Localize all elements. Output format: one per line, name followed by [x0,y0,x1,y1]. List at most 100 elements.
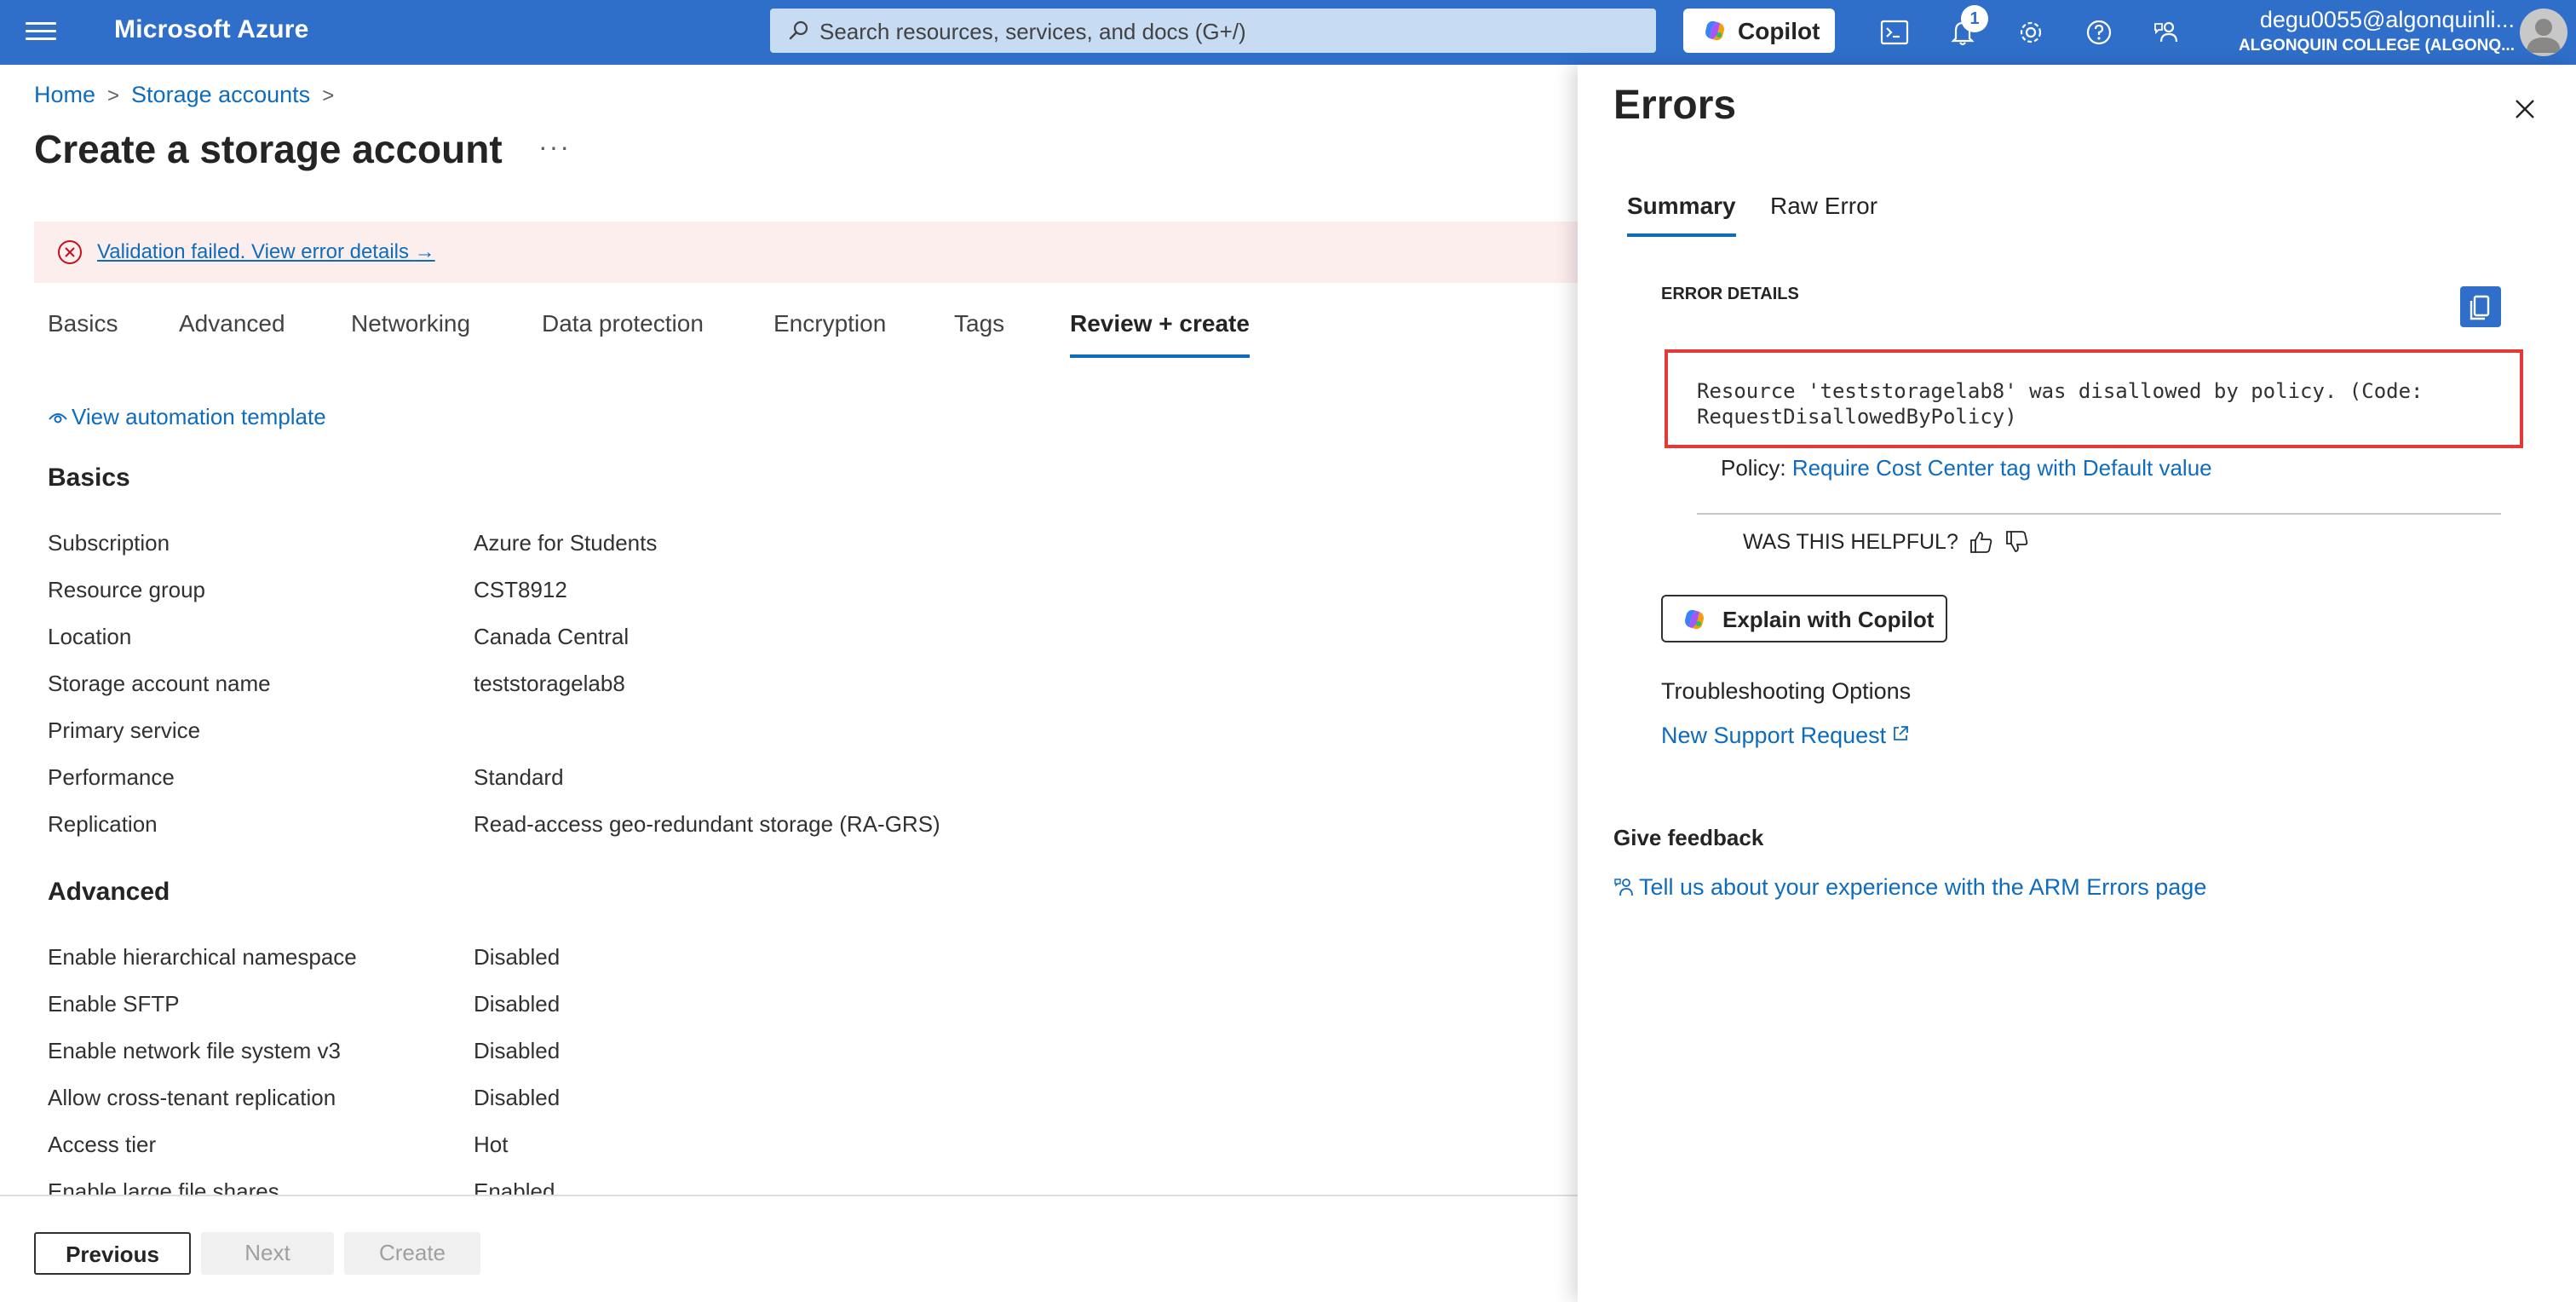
row-label: Resource group [48,577,205,602]
tab-tags[interactable]: Tags [954,310,1004,358]
eye-icon [49,413,67,423]
row-value: Standard [474,764,564,790]
brand-title[interactable]: Microsoft Azure [114,15,309,44]
cloud-shell-icon[interactable] [1877,15,1912,49]
new-support-request-link[interactable]: New Support Request [1661,723,1910,749]
tab-review-create[interactable]: Review + create [1070,310,1250,358]
explain-label: Explain with Copilot [1722,607,1935,632]
policy-link[interactable]: Require Cost Center tag with Default val… [1792,455,2212,481]
divider [1697,513,2501,515]
help-icon[interactable] [2082,15,2116,49]
create-button[interactable]: Create [344,1232,480,1275]
view-error-details-link[interactable]: Validation failed. View error details → [97,240,435,264]
thumbs-up-icon[interactable] [1968,528,1995,556]
row-label: Storage account name [48,671,271,696]
previous-button[interactable]: Previous [34,1232,191,1275]
scroll-area[interactable]: Home > Storage accounts > Create a storage … [0,65,1578,1195]
summary-row: Subscription Azure for Students [48,530,1496,564]
feedback-icon[interactable] [2150,15,2184,49]
summary-row: Access tier Hot [48,1132,1496,1166]
external-link-icon [1894,726,1909,740]
tab-data-protection[interactable]: Data protection [542,310,704,358]
tab-networking[interactable]: Networking [351,310,470,358]
errors-panel: Errors Summary Raw Error ERROR DETAILS R… [1578,65,2576,1302]
explain-with-copilot-button[interactable]: Explain with Copilot [1661,595,1947,642]
summary-row: Enable SFTP Disabled [48,991,1496,1025]
error-message-line: RequestDisallowedByPolicy) [1697,405,2017,429]
next-button[interactable]: Next [201,1232,334,1275]
page-title: Create a storage account [34,127,503,171]
search-placeholder: Search resources, services, and docs (G+… [819,19,1246,44]
close-icon[interactable] [2508,92,2542,126]
settings-gear-icon[interactable] [2014,15,2048,49]
error-message-line: Resource 'teststoragelab8' was disallowe… [1697,379,2424,403]
row-value: Canada Central [474,624,630,649]
policy-line: Policy: Require Cost Center tag with Def… [1721,455,2212,481]
user-organization: ALGONQUIN COLLEGE (ALGONQ... [2238,37,2515,55]
breadcrumb: Home > Storage accounts > [34,82,346,108]
top-bar: Microsoft Azure Search resources, servic… [0,0,2576,65]
was-this-helpful-label: WAS THIS HELPFUL? [1743,530,1958,554]
summary-row: Enable network file system v3 Disabled [48,1038,1496,1072]
tab-advanced[interactable]: Advanced [179,310,285,358]
troubleshooting-heading: Troubleshooting Options [1661,678,1912,704]
arrow-right-icon: → [414,240,435,263]
chevron-right-icon: > [322,84,335,107]
row-label: Enable network file system v3 [48,1038,341,1063]
copilot-icon [1685,609,1704,630]
view-automation-template-link[interactable]: View automation template [48,404,326,430]
section-heading-basics: Basics [48,464,130,492]
banner-text: Validation failed. View error details [97,240,409,263]
row-label: Subscription [48,530,170,556]
menu-icon[interactable] [26,17,56,48]
row-label: Enable large file shares [48,1178,279,1195]
feedback-person-icon [1614,879,1633,896]
search-input[interactable]: Search resources, services, and docs (G+… [770,9,1656,53]
user-account[interactable]: degu0055@algonquinli... ALGONQUIN COLLEG… [2234,7,2515,55]
policy-label: Policy: [1721,455,1786,481]
row-value: Disabled [474,1038,561,1063]
feedback-link-text: Tell us about your experience with the A… [1639,874,2207,900]
summary-row: Resource group CST8912 [48,577,1496,611]
summary-row: Enable hierarchical namespace Disabled [48,944,1496,978]
row-label: Performance [48,764,175,790]
breadcrumb-home[interactable]: Home [34,82,95,107]
give-feedback-heading: Give feedback [1613,825,1764,850]
copilot-button[interactable]: Copilot [1683,9,1835,53]
breadcrumb-storage-accounts[interactable]: Storage accounts [131,82,310,107]
user-email: degu0055@algonquinli... [2259,7,2515,32]
row-value: teststoragelab8 [474,671,625,696]
summary-row: Primary service [48,717,1496,752]
row-label: Enable SFTP [48,991,180,1017]
row-value: Disabled [474,991,561,1017]
row-label: Access tier [48,1132,157,1157]
tab-encryption[interactable]: Encryption [773,310,886,358]
summary-row: Allow cross-tenant replication Disabled [48,1085,1496,1119]
wizard-footer: Previous Next Create [0,1195,1578,1302]
summary-row: Enable large file shares Enabled [48,1178,1496,1195]
validation-error-banner: Validation failed. View error details → [34,222,1578,283]
automation-link-text: View automation template [72,404,326,429]
tab-summary[interactable]: Summary [1627,193,1736,237]
copilot-icon [1705,20,1724,41]
error-circle-icon [58,240,82,264]
error-message-box: Resource 'teststoragelab8' was disallowe… [1665,349,2523,448]
thumbs-down-icon[interactable] [2004,528,2031,556]
row-value: Hot [474,1132,509,1157]
copy-button[interactable] [2460,286,2501,327]
tab-raw-error[interactable]: Raw Error [1770,193,1877,237]
row-label: Location [48,624,132,649]
row-value: Disabled [474,1085,561,1110]
copy-icon [2470,295,2490,320]
summary-row: Storage account name teststoragelab8 [48,671,1496,705]
search-icon [789,20,808,40]
avatar[interactable] [2520,9,2567,56]
main-content: Home > Storage accounts > Create a storage … [0,65,1578,1302]
more-options-button[interactable]: ··· [538,131,571,163]
feedback-link[interactable]: Tell us about your experience with the A… [1613,874,2206,901]
row-label: Allow cross-tenant replication [48,1085,336,1110]
summary-row: Performance Standard [48,764,1496,798]
row-label: Enable hierarchical namespace [48,944,357,970]
row-value: Read-access geo-redundant storage (RA-GR… [474,811,940,837]
tab-basics[interactable]: Basics [48,310,118,358]
